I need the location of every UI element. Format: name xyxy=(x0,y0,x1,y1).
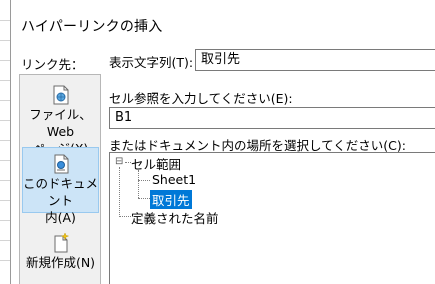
tree-node-torihikisaki-selected[interactable]: 取引先 xyxy=(150,190,192,209)
gridline xyxy=(0,60,10,61)
gridline xyxy=(0,100,10,101)
display-text-input[interactable]: 取引先 xyxy=(195,49,435,71)
gridline xyxy=(0,20,10,21)
link-to-bar: ファイル、Web ページ(X) このドキュメント 内(A) 新規作成(N) xyxy=(19,74,101,284)
gridline xyxy=(0,80,10,81)
web-page-icon xyxy=(53,85,68,105)
link-to-label: リンク先： xyxy=(21,57,84,72)
link-to-file-web-page-button[interactable]: ファイル、Web ページ(X) xyxy=(22,85,99,156)
gridline xyxy=(0,260,10,261)
display-text-label: 表示文字列(T): xyxy=(109,55,194,70)
spreadsheet-background xyxy=(0,0,10,284)
tree-connector xyxy=(138,170,139,198)
document-icon xyxy=(54,154,68,174)
gridline xyxy=(0,140,10,141)
new-document-icon xyxy=(54,233,69,253)
tree-connector xyxy=(138,180,150,181)
link-to-new-document-label: 新規作成(N) xyxy=(25,255,96,270)
gridline xyxy=(0,120,10,121)
tree-node-defined-names[interactable]: 定義された名前 xyxy=(131,208,219,227)
cell-reference-label: セル参照を入力してください(E): xyxy=(109,91,293,106)
tree-connector xyxy=(119,167,120,217)
tree-connector xyxy=(138,198,150,199)
place-in-document-tree[interactable]: ⊟ セル範囲 Sheet1 取引先 定義された名前 xyxy=(109,152,435,284)
gridline xyxy=(0,240,10,241)
gridline xyxy=(0,220,10,221)
gridline xyxy=(0,40,10,41)
tree-node-sheet1[interactable]: Sheet1 xyxy=(152,172,196,187)
link-to-new-document-button[interactable]: 新規作成(N) xyxy=(22,233,99,273)
link-to-this-document-button[interactable]: このドキュメント 内(A) xyxy=(22,147,99,225)
cell-reference-input[interactable]: B1 xyxy=(109,107,435,129)
link-to-file-web-page-line1: ファイル、Web xyxy=(29,107,92,139)
gridline xyxy=(0,200,10,201)
collapse-toggle-icon[interactable]: ⊟ xyxy=(115,157,123,167)
link-to-this-document-line2: 内(A) xyxy=(45,210,76,225)
link-to-this-document-line1: このドキュメント xyxy=(23,176,99,208)
insert-hyperlink-dialog: ハイパーリンクの挿入 リンク先： ファイル、Web ページ(X) このドキュメン… xyxy=(10,0,435,284)
tree-connector xyxy=(119,216,131,217)
dialog-title: ハイパーリンクの挿入 xyxy=(21,19,163,35)
gridline xyxy=(0,160,10,161)
gridline xyxy=(0,180,10,181)
